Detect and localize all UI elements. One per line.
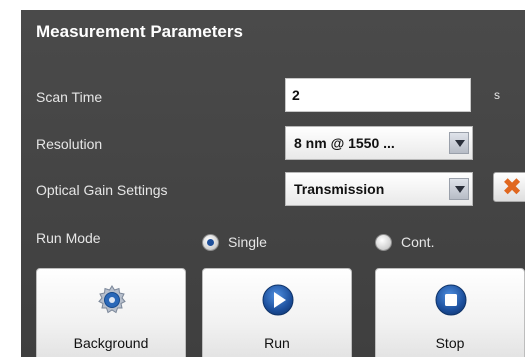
x-icon: ✖ <box>502 173 523 201</box>
optical-gain-value: Transmission <box>294 181 385 197</box>
radio-cont[interactable]: Cont. <box>375 232 434 252</box>
radio-cont-label: Cont. <box>401 234 435 250</box>
run-button[interactable]: Run <box>202 268 352 357</box>
scan-time-label: Scan Time <box>36 89 103 105</box>
stop-icon <box>435 284 467 316</box>
resolution-label: Resolution <box>36 136 103 152</box>
stop-button-label: Stop <box>435 335 465 351</box>
stop-button[interactable]: Stop <box>375 268 525 357</box>
chevron-down-icon[interactable] <box>449 132 469 154</box>
gear-icon <box>98 285 126 314</box>
resolution-value: 8 nm @ 1550 ... <box>294 135 395 151</box>
optical-gain-label: Optical Gain Settings <box>36 182 168 198</box>
run-button-label: Run <box>264 335 290 351</box>
measurement-parameters-panel: Measurement Parameters Scan Time 2 s Res… <box>21 10 525 357</box>
resolution-select[interactable]: 8 nm @ 1550 ... <box>285 126 473 160</box>
panel-title: Measurement Parameters <box>36 22 243 41</box>
radio-single-label: Single <box>228 234 267 250</box>
background-button[interactable]: Background <box>36 268 186 357</box>
clear-button[interactable]: ✖ <box>493 172 525 202</box>
radio-unchecked-icon[interactable] <box>375 233 392 251</box>
scan-time-unit: s <box>494 88 500 102</box>
background-button-label: Background <box>73 335 149 351</box>
chevron-down-icon[interactable] <box>449 178 469 200</box>
run-mode-label: Run Mode <box>36 230 101 246</box>
optical-gain-select[interactable]: Transmission <box>285 172 473 206</box>
radio-checked-icon[interactable] <box>202 233 219 251</box>
scan-time-input[interactable]: 2 <box>285 78 471 112</box>
radio-single[interactable]: Single <box>202 232 267 252</box>
play-icon <box>262 284 294 316</box>
